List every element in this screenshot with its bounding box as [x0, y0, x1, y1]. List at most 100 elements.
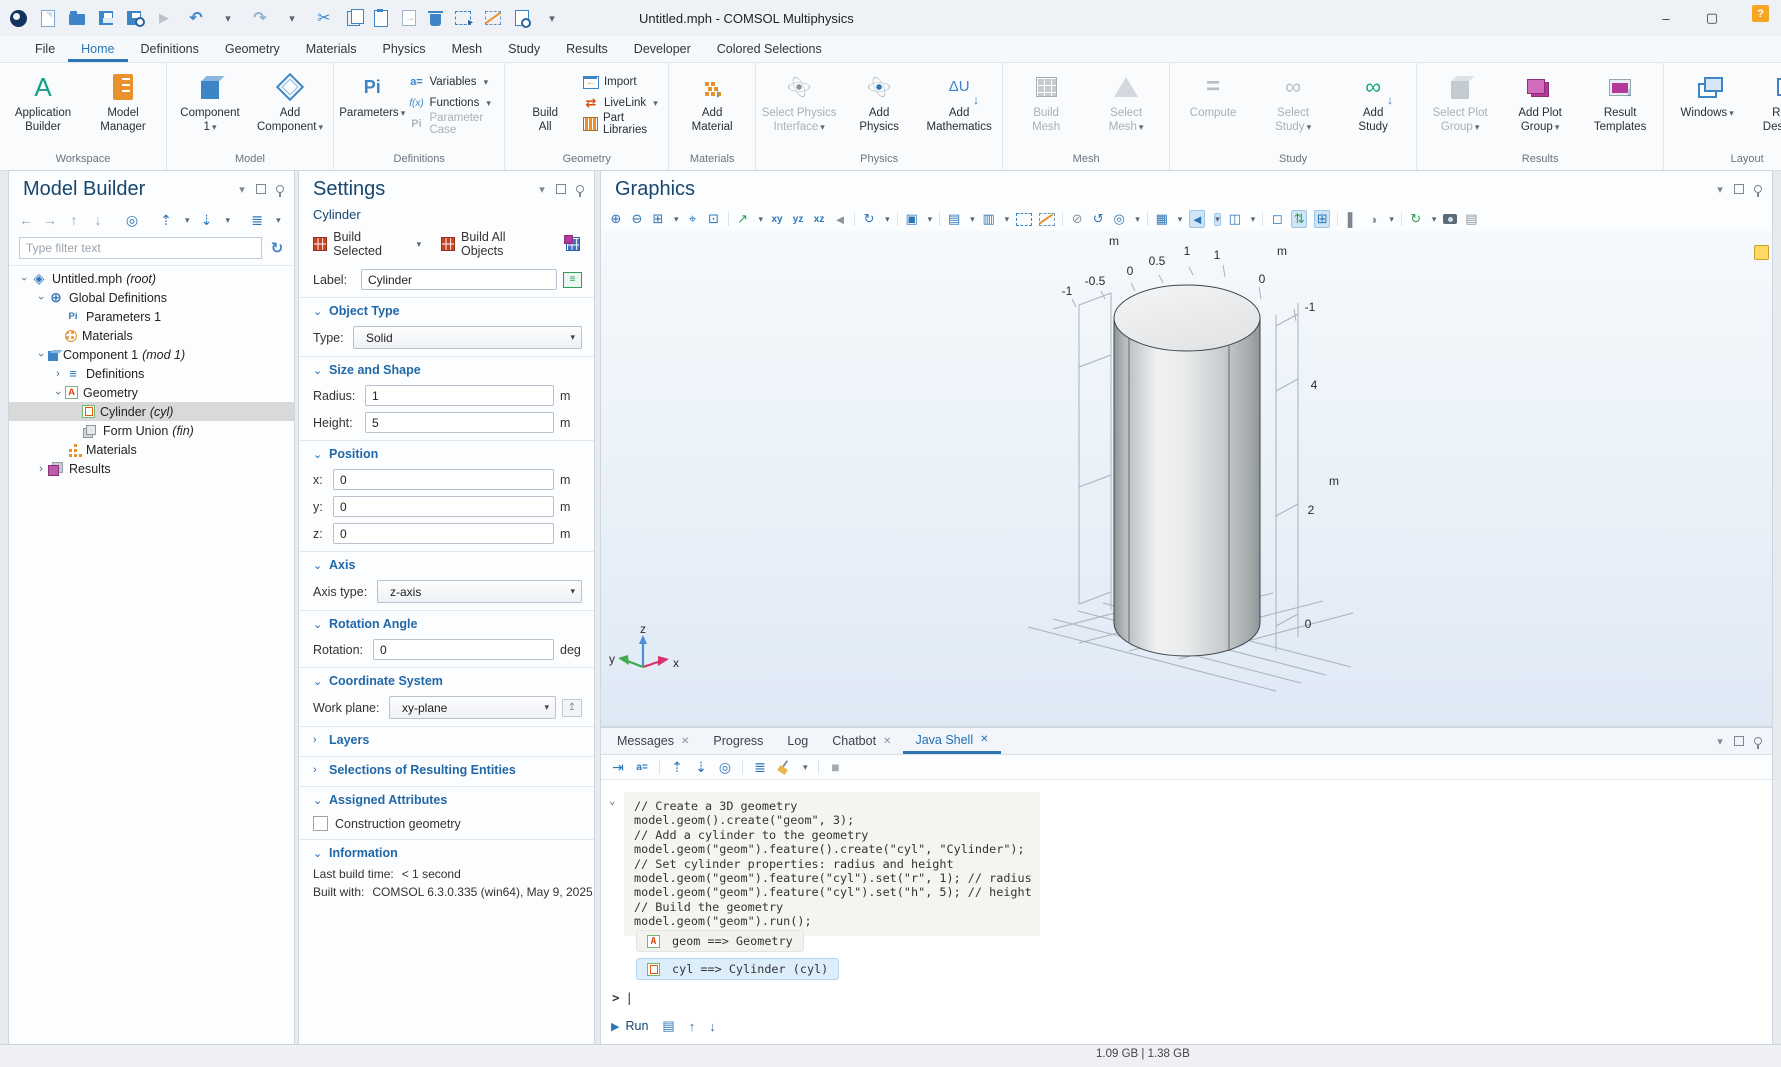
- z-field[interactable]: [333, 523, 554, 544]
- forward-icon[interactable]: [43, 212, 57, 228]
- x-field[interactable]: [333, 469, 554, 490]
- find-icon[interactable]: [515, 10, 529, 26]
- move-up-icon[interactable]: [67, 212, 81, 228]
- var-names-icon[interactable]: [635, 759, 649, 775]
- view-xz-icon[interactable]: [812, 211, 826, 227]
- tree-item-definitions[interactable]: ›Definitions: [9, 364, 294, 383]
- open-file-icon[interactable]: [69, 14, 85, 25]
- ribbon-livelink[interactable]: LiveLink▾: [583, 94, 664, 112]
- ribbon-add-physics[interactable]: AddPhysics: [840, 69, 918, 136]
- tree-item-geometry[interactable]: ›Geometry: [9, 383, 294, 402]
- ribbon-build-all[interactable]: BuildAll: [509, 69, 581, 136]
- scene-camera-icon[interactable]: [833, 211, 847, 227]
- node-view-icon[interactable]: [250, 212, 264, 228]
- play-icon[interactable]: [155, 9, 173, 27]
- menu-mesh[interactable]: Mesh: [439, 36, 496, 62]
- zoom-out-icon[interactable]: [630, 211, 644, 227]
- ribbon-select-mesh[interactable]: SelectMesh▾: [1087, 69, 1165, 136]
- section-object-type[interactable]: ⌄Object Type: [299, 297, 594, 323]
- help-icon[interactable]: ?: [1752, 5, 1769, 22]
- pin-panel-icon[interactable]: [1752, 735, 1764, 747]
- construction-geometry-checkbox[interactable]: [313, 816, 328, 831]
- expand-all-icon[interactable]: [694, 759, 708, 775]
- speaker-icon[interactable]: [1189, 210, 1205, 228]
- ribbon-add-plot-group[interactable]: Add PlotGroup▾: [1501, 69, 1579, 136]
- legend-icon[interactable]: [1345, 211, 1359, 227]
- close-icon[interactable]: ✕: [681, 736, 689, 747]
- float-panel-icon[interactable]: [1734, 736, 1744, 746]
- menu-materials[interactable]: Materials: [293, 36, 370, 62]
- menu-study[interactable]: Study: [495, 36, 553, 62]
- expand-all-icon[interactable]: [200, 212, 214, 228]
- ribbon-component-1[interactable]: Component1▾: [171, 69, 249, 136]
- panel-menu-icon[interactable]: ▾: [236, 183, 248, 195]
- undo-icon[interactable]: [187, 9, 205, 27]
- chevron-down-icon[interactable]: ▾: [759, 214, 764, 225]
- run-icon[interactable]: ▶: [611, 1020, 619, 1033]
- paste-icon[interactable]: [374, 10, 388, 27]
- paste-ref-icon[interactable]: [402, 10, 416, 26]
- zoom-in-icon[interactable]: [609, 211, 623, 227]
- section-selections[interactable]: ›Selections of Resulting Entities: [299, 756, 594, 782]
- ribbon-parameter-case[interactable]: Parameter Case: [408, 115, 500, 133]
- section-layers[interactable]: ›Layers: [299, 726, 594, 752]
- ribbon-application-builder[interactable]: ApplicationBuilder: [4, 69, 82, 136]
- go-view-icon[interactable]: [736, 211, 750, 227]
- section-assigned-attributes[interactable]: ⌄Assigned Attributes: [299, 786, 594, 812]
- tree-item-component-1[interactable]: ›Component 1(mod 1): [9, 345, 294, 364]
- tab-log[interactable]: Log: [775, 728, 820, 754]
- console-output-icon[interactable]: ▤: [662, 1018, 674, 1034]
- chevron-down-icon[interactable]: ▾: [803, 762, 808, 773]
- axis-ind-icon[interactable]: [1291, 210, 1307, 228]
- section-rotation-angle[interactable]: ⌄Rotation Angle: [299, 610, 594, 636]
- ribbon-add-component[interactable]: AddComponent▾: [251, 69, 329, 136]
- tree-chevron-icon[interactable]: ›: [18, 272, 30, 286]
- ribbon-reset-desktop[interactable]: ResetDesktop▾: [1748, 69, 1781, 136]
- zoom-selected-icon[interactable]: [707, 211, 721, 227]
- menu-developer[interactable]: Developer: [621, 36, 704, 62]
- ribbon-add-mathematics[interactable]: AddMathematics: [920, 69, 998, 136]
- rotate-icon[interactable]: [862, 211, 876, 227]
- chevron-down-icon[interactable]: ▾: [928, 214, 933, 225]
- chevron-down-icon[interactable]: ▾: [1432, 214, 1437, 225]
- menu-geometry[interactable]: Geometry: [212, 36, 293, 62]
- tree-chevron-icon[interactable]: ›: [35, 291, 47, 305]
- tree-item-cylinder[interactable]: Cylinder(cyl): [9, 402, 294, 421]
- work-plane-select[interactable]: xy-plane▾: [389, 696, 556, 719]
- rotation-field[interactable]: [373, 639, 554, 660]
- ribbon-result-templates[interactable]: ResultTemplates: [1581, 69, 1659, 136]
- section-size-shape[interactable]: ⌄Size and Shape: [299, 356, 594, 382]
- panel-menu-icon[interactable]: ▾: [536, 183, 548, 195]
- tab-chatbot[interactable]: Chatbot✕: [820, 728, 903, 754]
- ribbon-part-libraries[interactable]: Part Libraries: [583, 115, 664, 133]
- chevron-down-icon[interactable]: [219, 9, 237, 27]
- run-button[interactable]: Run: [625, 1019, 648, 1033]
- tree-item-materials[interactable]: Materials: [9, 326, 294, 345]
- collapse-code-icon[interactable]: ⌄: [609, 794, 616, 807]
- chevron-down-icon[interactable]: ▾: [185, 215, 190, 226]
- show-icon[interactable]: [718, 759, 732, 775]
- tree-chevron-icon[interactable]: ›: [52, 386, 64, 400]
- panel-menu-icon[interactable]: ▾: [1714, 183, 1726, 195]
- tree-item-untitled-mph[interactable]: ›Untitled.mph(root): [9, 269, 294, 288]
- chevron-down-icon[interactable]: ▾: [1251, 214, 1256, 225]
- ribbon-windows[interactable]: Windows▾: [1668, 69, 1746, 122]
- maximize-button[interactable]: ▢: [1689, 0, 1735, 36]
- print-icon[interactable]: [1464, 211, 1478, 227]
- cut-icon[interactable]: [315, 9, 333, 27]
- tab-java-shell[interactable]: Java Shell✕: [903, 728, 1000, 754]
- type-select[interactable]: Solid▾: [353, 326, 582, 349]
- collapse-all-icon[interactable]: [670, 759, 684, 775]
- chevron-down-icon[interactable]: ▾: [1389, 214, 1394, 225]
- chevron-down-icon[interactable]: ▾: [674, 214, 679, 225]
- graphics-viewport[interactable]: m -1 -0.5 0 0.5 1 1 m 0 -1 4 m 2 0: [601, 231, 1772, 726]
- palette-icon[interactable]: [1366, 211, 1380, 227]
- ribbon-model-manager[interactable]: ModelManager: [84, 69, 162, 136]
- float-panel-icon[interactable]: [256, 184, 266, 194]
- ribbon-select-plot-group[interactable]: Select PlotGroup▾: [1421, 69, 1499, 136]
- copy-plot-icon[interactable]: [905, 211, 919, 227]
- panel-menu-icon[interactable]: ▾: [1714, 735, 1726, 747]
- clear-icon[interactable]: [777, 760, 791, 774]
- chevron-down-icon[interactable]: ▾: [1178, 214, 1183, 225]
- pin-panel-icon[interactable]: [574, 183, 586, 195]
